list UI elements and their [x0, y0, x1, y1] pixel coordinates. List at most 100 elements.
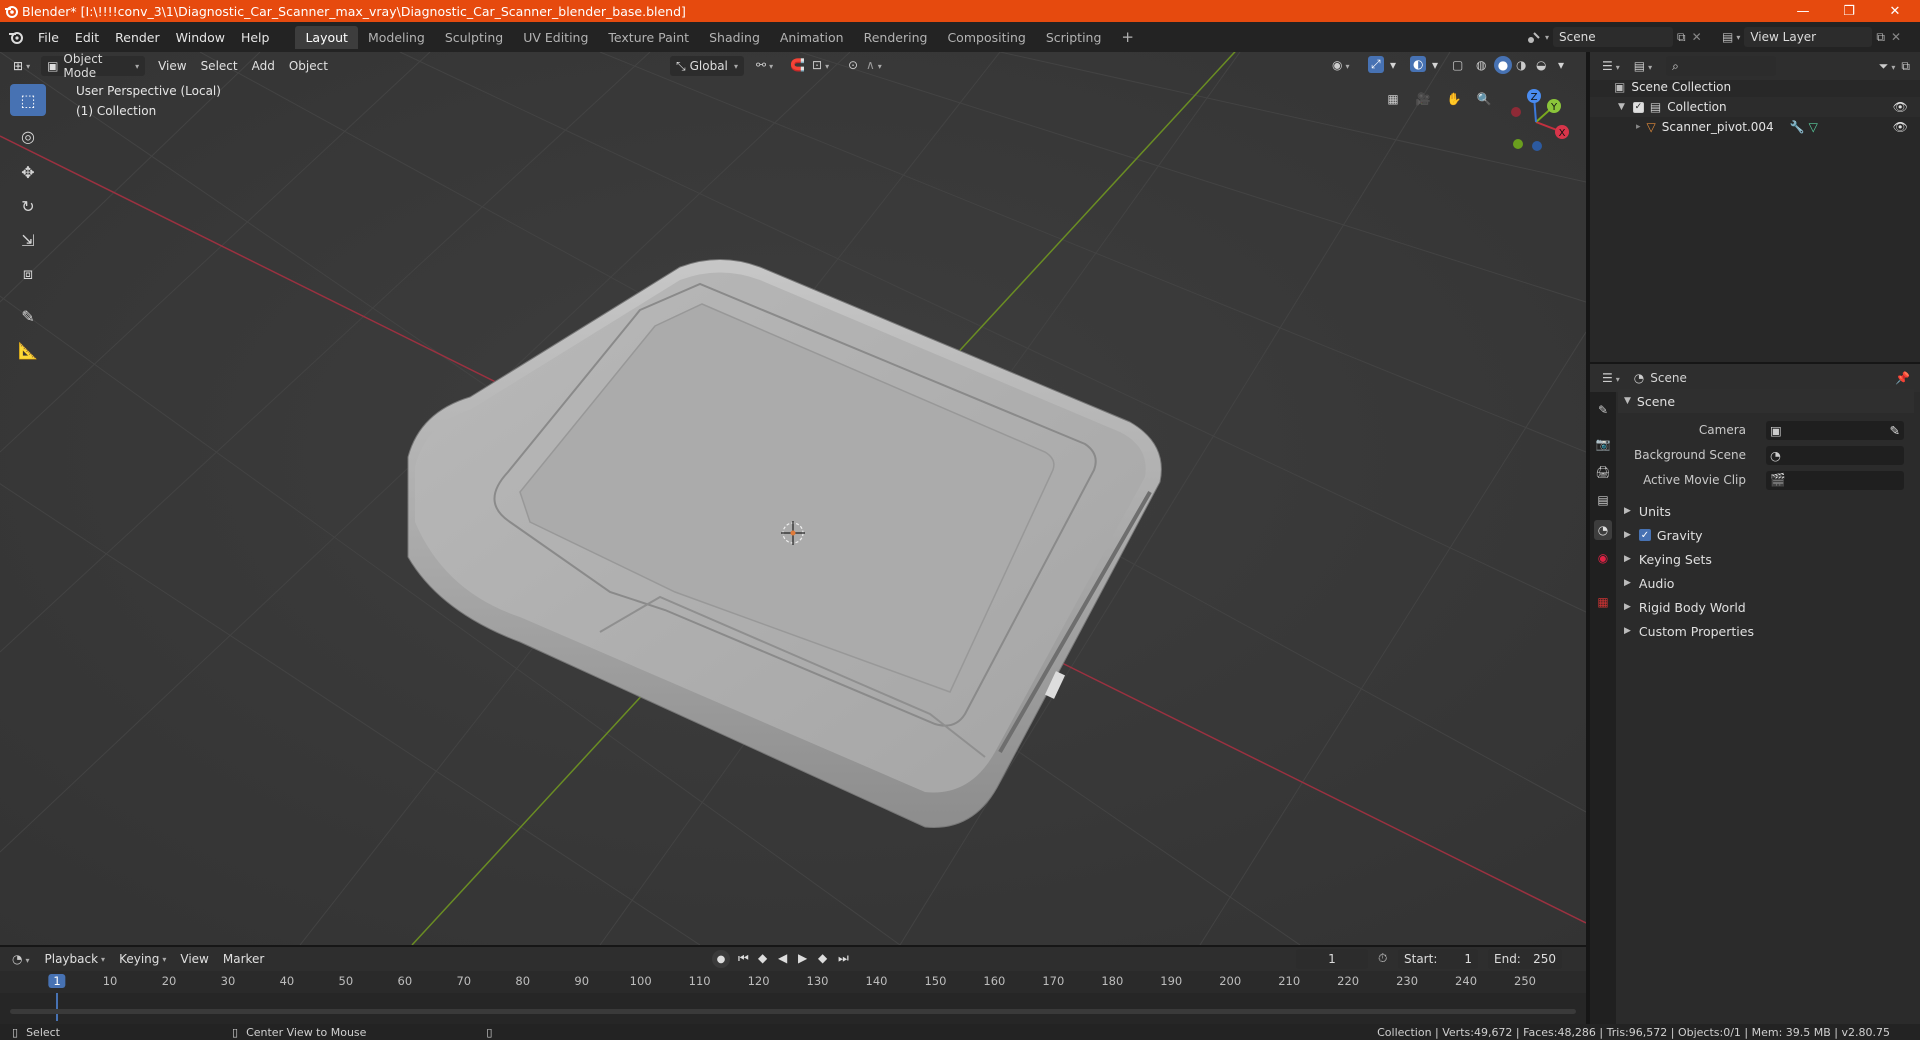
outliner-search-input[interactable]: ⌕: [1666, 56, 1777, 76]
close-button[interactable]: ✕: [1872, 0, 1918, 22]
gizmo-toggle-icon[interactable]: ⤢: [1368, 56, 1384, 73]
custom-properties-panel[interactable]: ▶ Custom Properties: [1618, 619, 1918, 643]
material-shading-icon[interactable]: ◑: [1516, 58, 1526, 72]
viewport-menu-select[interactable]: Select: [194, 56, 245, 76]
tab-uv-editing[interactable]: UV Editing: [513, 26, 598, 49]
tab-shading[interactable]: Shading: [699, 26, 770, 49]
record-button[interactable]: ●: [712, 950, 730, 968]
output-tab[interactable]: 🖨: [1594, 462, 1612, 482]
snap-target-icon[interactable]: ⊡ ▾: [812, 58, 829, 72]
collection-visibility-icon[interactable]: 👁: [1893, 100, 1908, 114]
viewport-scene[interactable]: [0, 52, 1586, 945]
minimize-button[interactable]: —: [1780, 0, 1826, 22]
scene-selector[interactable]: ▾ Scene ⧉ ✕: [1526, 27, 1706, 47]
display-mode-icon[interactable]: ▤ ▾: [1634, 59, 1652, 73]
tab-rendering[interactable]: Rendering: [854, 26, 938, 49]
zoom-view-button[interactable]: 🔍: [1471, 86, 1497, 112]
new-scene-icon[interactable]: ⧉: [1677, 30, 1686, 45]
view-layer-tab[interactable]: ▤: [1594, 490, 1612, 510]
expand-arrow-icon[interactable]: ▼: [1618, 102, 1625, 112]
pan-view-button[interactable]: ✋: [1441, 86, 1467, 112]
eyedropper-icon[interactable]: ✎: [1890, 423, 1900, 438]
overlay-toggle-icon[interactable]: ◐: [1410, 56, 1427, 72]
object-visibility-icon[interactable]: 👁: [1893, 120, 1908, 134]
pin-icon[interactable]: 📌: [1895, 371, 1910, 385]
gravity-panel[interactable]: ▶ ✓ Gravity: [1618, 523, 1918, 547]
menu-render[interactable]: Render: [107, 30, 168, 45]
view-layer-name-field[interactable]: View Layer: [1744, 27, 1873, 47]
outliner-editor-icon[interactable]: ☰ ▾: [1602, 59, 1620, 73]
scene-panel-header[interactable]: ▼ Scene: [1618, 389, 1914, 413]
texture-tab[interactable]: ▦: [1594, 592, 1612, 612]
pivot-point-icon[interactable]: ⚯ ▾: [756, 58, 773, 72]
snap-icon[interactable]: 🧲: [790, 58, 805, 72]
end-frame-field[interactable]: End: 250: [1488, 949, 1562, 969]
wireframe-shading-icon[interactable]: ◍: [1476, 58, 1486, 72]
menu-help[interactable]: Help: [233, 30, 278, 45]
new-view-layer-icon[interactable]: ⧉: [1876, 30, 1885, 45]
remove-scene-icon[interactable]: ✕: [1692, 30, 1702, 44]
transform-tool[interactable]: ⧈: [10, 258, 46, 290]
move-tool[interactable]: ✥: [10, 156, 46, 188]
cursor-tool[interactable]: ◎: [10, 120, 46, 152]
keying-sets-panel[interactable]: ▶ Keying Sets: [1618, 547, 1918, 571]
mode-dropdown[interactable]: ▣ Object Mode ▾: [41, 52, 146, 80]
tab-sculpting[interactable]: Sculpting: [435, 26, 513, 49]
viewport-menu-add[interactable]: Add: [245, 56, 282, 76]
viewport-menu-object[interactable]: Object: [282, 56, 335, 76]
playback-menu[interactable]: Playback ▾: [38, 949, 113, 969]
world-tab[interactable]: ◉: [1594, 548, 1612, 568]
navigation-gizmo[interactable]: X Y Z: [1500, 88, 1570, 158]
remove-view-layer-icon[interactable]: ✕: [1891, 30, 1901, 44]
xray-toggle-icon[interactable]: ▢: [1452, 58, 1463, 72]
visibility-icon[interactable]: ◉ ▾: [1332, 58, 1350, 72]
measure-tool[interactable]: 📐: [10, 334, 46, 366]
jump-end-button[interactable]: ⏭: [838, 951, 849, 966]
tab-compositing[interactable]: Compositing: [937, 26, 1035, 49]
current-frame-field[interactable]: 1: [1296, 949, 1368, 969]
menu-file[interactable]: File: [30, 30, 67, 45]
playhead-line[interactable]: [56, 993, 58, 1021]
proportional-edit-icon[interactable]: ⊙: [848, 58, 858, 72]
play-button[interactable]: ▶: [798, 951, 807, 965]
modifier-icon[interactable]: 🔧: [1790, 120, 1805, 134]
play-reverse-button[interactable]: ◀: [778, 951, 787, 965]
background-scene-field[interactable]: ◔: [1766, 445, 1904, 465]
keying-menu[interactable]: Keying ▾: [112, 949, 173, 969]
viewport-menu-view[interactable]: View: [151, 56, 193, 76]
menu-window[interactable]: Window: [168, 30, 233, 45]
scene-name-field[interactable]: Scene: [1553, 27, 1674, 47]
rotate-tool[interactable]: ↻: [10, 190, 46, 222]
jump-start-button[interactable]: ⏮: [738, 951, 749, 966]
timeline-view-menu[interactable]: View: [173, 949, 215, 969]
outliner-row-object[interactable]: ▸ ▽ Scanner_pivot.004 🔧 ▽ 👁: [1590, 117, 1920, 137]
tab-modeling[interactable]: Modeling: [358, 26, 435, 49]
audio-panel[interactable]: ▶ Audio: [1618, 571, 1918, 595]
mesh-data-icon[interactable]: ▽: [1809, 120, 1818, 134]
camera-field[interactable]: ▣ ✎: [1766, 420, 1904, 440]
prev-keyframe-button[interactable]: ◆: [758, 951, 767, 965]
tab-animation[interactable]: Animation: [770, 26, 854, 49]
tab-layout[interactable]: Layout: [295, 25, 358, 49]
gizmo-menu-icon[interactable]: ▾: [1390, 58, 1396, 72]
editor-type-button[interactable]: ⊞ ▾: [6, 56, 37, 76]
outliner-row-collection[interactable]: ▼ ✓ ▤ Collection 👁: [1590, 97, 1920, 117]
active-movie-clip-field[interactable]: 🎬: [1766, 470, 1904, 490]
units-panel[interactable]: ▶ Units: [1618, 499, 1918, 523]
falloff-icon[interactable]: ∧ ▾: [866, 58, 882, 72]
scene-tab[interactable]: ◔: [1594, 520, 1612, 540]
tab-scripting[interactable]: Scripting: [1036, 26, 1112, 49]
camera-button[interactable]: 🎥: [1410, 86, 1436, 112]
outliner-row-scene-collection[interactable]: ▣ Scene Collection: [1590, 77, 1920, 97]
gravity-checkbox[interactable]: ✓: [1638, 529, 1651, 541]
render-tab[interactable]: 📷: [1594, 434, 1612, 454]
new-collection-icon[interactable]: ⧉: [1901, 59, 1910, 74]
start-frame-field[interactable]: Start: 1: [1398, 949, 1478, 969]
timeline-editor-icon[interactable]: ◔ ▾: [12, 952, 30, 966]
blender-menu-icon[interactable]: [8, 30, 24, 44]
object-expand-icon[interactable]: ▸: [1636, 122, 1641, 132]
next-keyframe-button[interactable]: ◆: [818, 951, 827, 965]
properties-editor-icon[interactable]: ☰ ▾: [1602, 371, 1620, 385]
tool-tab[interactable]: ✎: [1594, 400, 1612, 420]
scale-tool[interactable]: ⇲: [10, 224, 46, 256]
